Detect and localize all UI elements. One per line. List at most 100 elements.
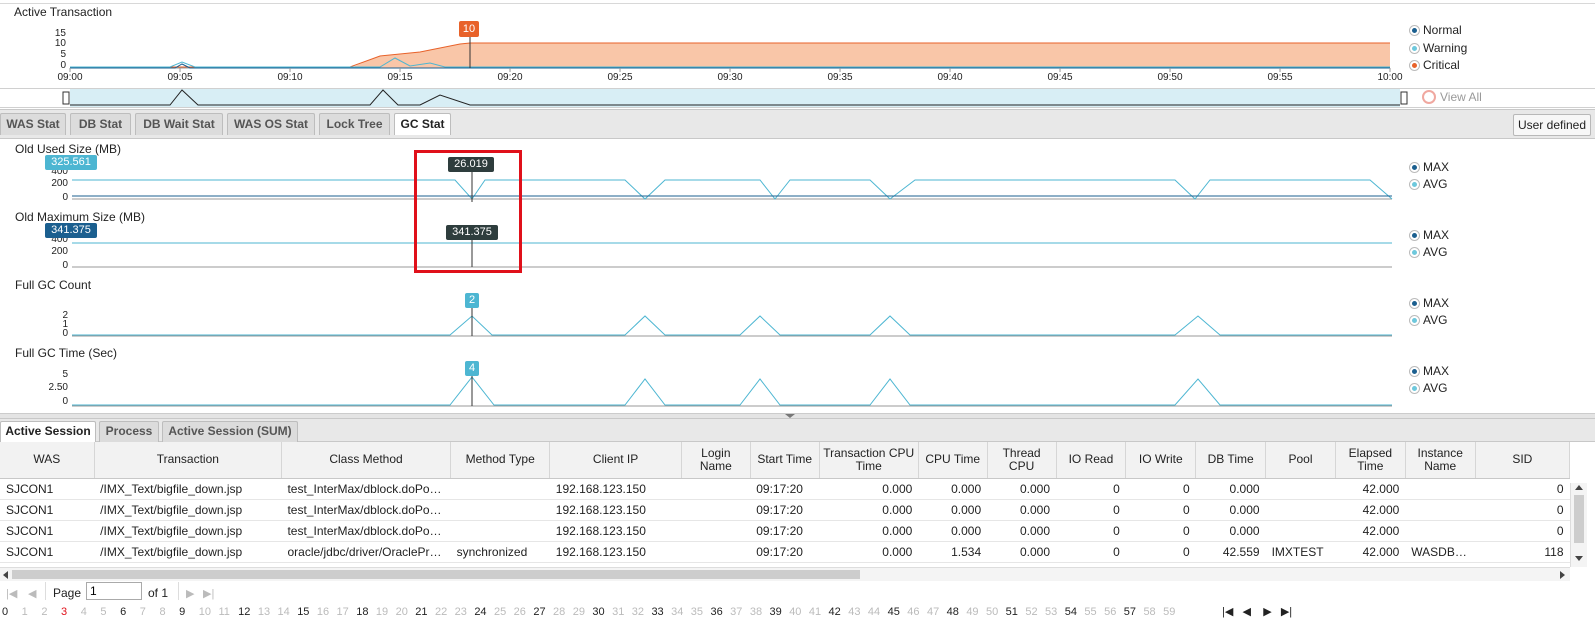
minute-link[interactable]: 27 <box>533 606 545 618</box>
column-header[interactable]: Method Type <box>450 442 551 479</box>
minute-link[interactable]: 53 <box>1045 606 1057 618</box>
minute-link[interactable]: 17 <box>337 606 349 618</box>
column-header[interactable]: Elapsed Time <box>1335 442 1406 479</box>
column-header[interactable]: IO Write <box>1125 442 1197 479</box>
minute-link[interactable]: 42 <box>829 606 841 618</box>
minute-link[interactable]: 55 <box>1084 606 1096 618</box>
minute-link[interactable]: 34 <box>671 606 683 618</box>
minute-link[interactable]: 48 <box>947 606 959 618</box>
column-header[interactable]: Transaction <box>94 442 282 479</box>
column-header[interactable]: CPU Time <box>918 442 988 479</box>
tab-db-wait-stat[interactable]: DB Wait Stat <box>135 113 223 135</box>
minute-link[interactable]: 49 <box>966 606 978 618</box>
minute-link[interactable]: 25 <box>494 606 506 618</box>
minute-link[interactable]: 28 <box>553 606 565 618</box>
minute-link[interactable]: 9 <box>179 606 185 618</box>
minute-link[interactable]: 54 <box>1065 606 1077 618</box>
minute-link[interactable]: 20 <box>396 606 408 618</box>
minute-link[interactable]: 52 <box>1025 606 1037 618</box>
table-row[interactable]: SJCON1/IMX_Text/bigfile_down.jsp test_Int… <box>0 478 1570 500</box>
tab-db-stat[interactable]: DB Stat <box>70 113 131 135</box>
active-transaction-plot[interactable] <box>0 0 1595 90</box>
minute-link[interactable]: 16 <box>317 606 329 618</box>
tab-active-session[interactable]: Active Session <box>0 421 96 442</box>
minute-link[interactable]: 57 <box>1124 606 1136 618</box>
first-page-icon[interactable]: |◀ <box>6 587 17 600</box>
legend-critical[interactable]: Critical <box>1410 58 1460 72</box>
scroll-left-icon[interactable] <box>3 571 8 579</box>
legend-max[interactable]: MAX <box>1410 364 1449 378</box>
full-gc-count-plot[interactable] <box>0 290 1400 345</box>
tab-gc-stat[interactable]: GC Stat <box>394 113 451 135</box>
old-used-size-plot[interactable] <box>0 150 1400 205</box>
column-header[interactable]: WAS <box>0 442 95 479</box>
minute-link[interactable]: 56 <box>1104 606 1116 618</box>
page-number-input[interactable] <box>86 582 142 600</box>
legend-max[interactable]: MAX <box>1410 296 1449 310</box>
scroll-thumb[interactable] <box>12 570 860 579</box>
next-page-icon[interactable]: ▶ <box>186 587 194 600</box>
minute-link[interactable]: 2 <box>41 606 47 618</box>
minute-link[interactable]: 13 <box>258 606 270 618</box>
minute-link[interactable]: 26 <box>514 606 526 618</box>
minute-link[interactable]: 43 <box>848 606 860 618</box>
column-header[interactable]: Pool <box>1265 442 1336 479</box>
minute-timeline[interactable]: 0 1 2 3 4 5 6 7 8 9 10 11 12 13 14 15 16 17 18 19 20 21 22 23 24… <box>0 606 1210 622</box>
tab-was-os-stat[interactable]: WAS OS Stat <box>227 113 315 135</box>
minute-link[interactable]: 3 <box>61 606 67 618</box>
column-header[interactable]: Class Method <box>281 442 452 479</box>
scroll-up-icon[interactable] <box>1575 485 1583 490</box>
legend-avg[interactable]: AVG <box>1410 313 1447 327</box>
timeline-first-icon[interactable]: |◀ <box>1222 606 1233 618</box>
minute-link[interactable]: 7 <box>140 606 146 618</box>
column-header[interactable]: Client IP <box>549 442 682 479</box>
minute-link[interactable]: 21 <box>415 606 427 618</box>
full-gc-time-plot[interactable] <box>0 360 1400 410</box>
minute-link[interactable]: 39 <box>770 606 782 618</box>
minute-link[interactable]: 22 <box>435 606 447 618</box>
tab-lock-tree[interactable]: Lock Tree <box>319 113 390 135</box>
table-row[interactable]: SJCON1/IMX_Text/bigfile_down.jsp oracle/j… <box>0 541 1570 563</box>
minute-link[interactable]: 47 <box>927 606 939 618</box>
column-header[interactable]: IO Read <box>1056 442 1127 479</box>
timeline-last-icon[interactable]: ▶| <box>1281 606 1292 618</box>
horizontal-scrollbar[interactable] <box>0 567 1570 581</box>
minute-link[interactable]: 45 <box>888 606 900 618</box>
minute-link[interactable]: 58 <box>1143 606 1155 618</box>
view-all-button[interactable]: View All <box>1422 90 1482 104</box>
minute-link[interactable]: 59 <box>1163 606 1175 618</box>
legend-max[interactable]: MAX <box>1410 160 1449 174</box>
tab-was-stat[interactable]: WAS Stat <box>0 113 66 135</box>
active-session-table[interactable]: WAS Transaction Class Method Method Type Cli… <box>0 442 1570 567</box>
minute-link[interactable]: 6 <box>120 606 126 618</box>
minute-link[interactable]: 14 <box>278 606 290 618</box>
range-navigator[interactable] <box>0 88 1420 108</box>
legend-normal[interactable]: Normal <box>1410 23 1462 37</box>
minute-link[interactable]: 23 <box>455 606 467 618</box>
minute-link[interactable]: 30 <box>592 606 604 618</box>
column-header[interactable]: Transaction CPU Time <box>819 442 919 479</box>
table-row[interactable]: SJCON1/IMX_Text/bigfile_down.jsp test_Int… <box>0 499 1570 521</box>
legend-avg[interactable]: AVG <box>1410 381 1447 395</box>
last-page-icon[interactable]: ▶| <box>203 587 214 600</box>
legend-avg[interactable]: AVG <box>1410 245 1447 259</box>
timeline-prev-icon[interactable]: ◀ <box>1243 606 1251 618</box>
minute-link[interactable]: 5 <box>100 606 106 618</box>
minute-link[interactable]: 10 <box>199 606 211 618</box>
minute-link[interactable]: 40 <box>789 606 801 618</box>
minute-link[interactable]: 19 <box>376 606 388 618</box>
minute-link[interactable]: 0 <box>2 606 8 618</box>
minute-link[interactable]: 15 <box>297 606 309 618</box>
user-defined-button[interactable]: User defined <box>1513 114 1591 136</box>
minute-link[interactable]: 8 <box>159 606 165 618</box>
column-header[interactable]: Instance Name <box>1405 442 1476 479</box>
column-header[interactable]: SID <box>1475 442 1570 479</box>
minute-link[interactable]: 44 <box>868 606 880 618</box>
scroll-down-icon[interactable] <box>1575 556 1583 561</box>
minute-link[interactable]: 18 <box>356 606 368 618</box>
column-header[interactable]: Start Time <box>750 442 820 479</box>
minute-link[interactable]: 41 <box>809 606 821 618</box>
minute-link[interactable]: 50 <box>986 606 998 618</box>
minute-link[interactable]: 38 <box>750 606 762 618</box>
column-header[interactable]: Login Name <box>681 442 751 479</box>
